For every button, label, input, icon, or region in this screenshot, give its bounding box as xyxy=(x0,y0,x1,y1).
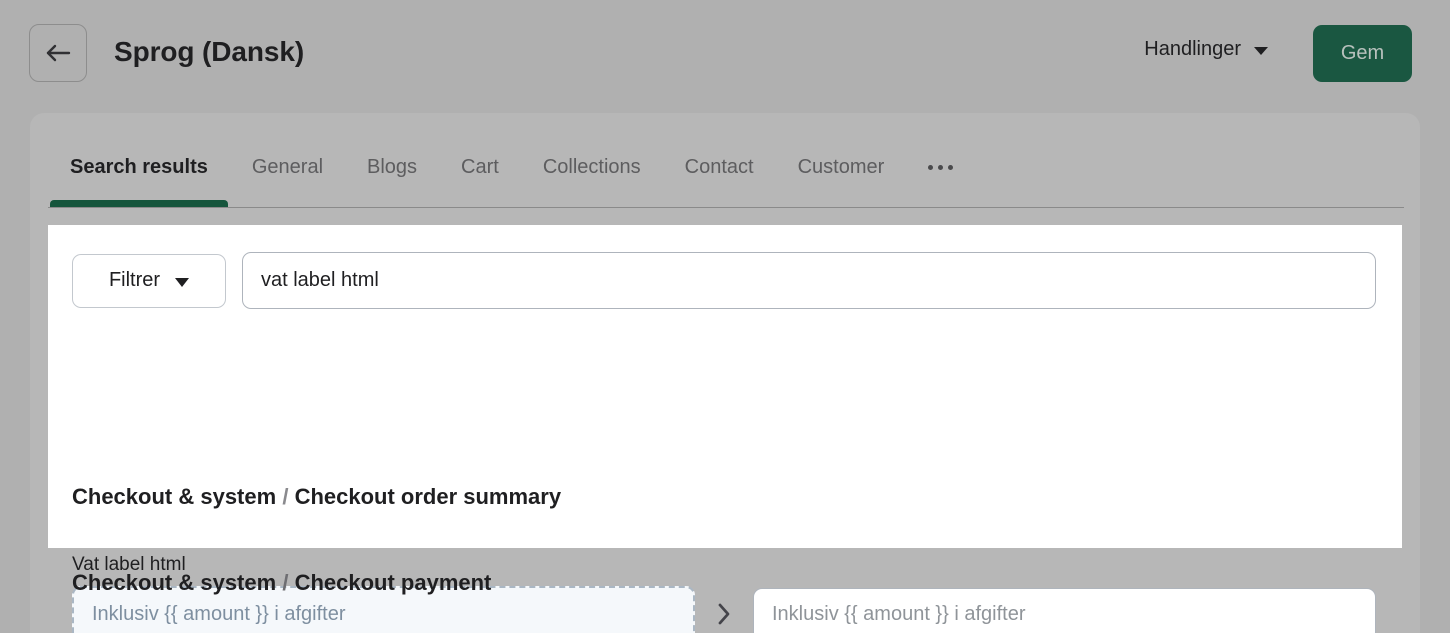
tab-customer[interactable]: Customer xyxy=(776,113,907,208)
filter-button-label: Filtrer xyxy=(109,269,160,292)
results-panel: Filtrer Checkout & system / Checkout ord… xyxy=(48,225,1402,548)
tab-bar: Search results General Blogs Cart Collec… xyxy=(30,113,1420,208)
toolbar-row: Filtrer xyxy=(72,252,1376,309)
tab-blogs[interactable]: Blogs xyxy=(345,113,439,208)
filter-button[interactable]: Filtrer xyxy=(72,254,226,308)
group-name-label: Checkout order summary xyxy=(295,484,562,509)
ellipsis-icon xyxy=(928,165,953,170)
group-heading-checkout-order-summary: Checkout & system / Checkout order summa… xyxy=(72,484,561,510)
tab-collections[interactable]: Collections xyxy=(521,113,663,208)
save-button[interactable]: Gem xyxy=(1313,25,1412,82)
chevron-down-icon xyxy=(1254,47,1268,55)
group-heading-checkout-payment: Checkout & system / Checkout payment xyxy=(72,570,491,596)
group-name-label: Checkout payment xyxy=(295,570,492,595)
chevron-right-icon xyxy=(695,602,753,626)
tab-overflow-button[interactable] xyxy=(906,113,975,208)
tab-search-results[interactable]: Search results xyxy=(48,113,230,208)
top-bar: Sprog (Dansk) Handlinger Gem xyxy=(0,0,1450,113)
tab-contact[interactable]: Contact xyxy=(663,113,776,208)
back-button[interactable] xyxy=(29,24,87,82)
tab-divider xyxy=(48,207,1404,208)
group-section-label: Checkout & system xyxy=(72,570,276,595)
actions-menu-button[interactable]: Handlinger xyxy=(1144,38,1268,61)
translation-input[interactable] xyxy=(753,588,1376,633)
content-card: Search results General Blogs Cart Collec… xyxy=(30,113,1420,633)
group-separator: / xyxy=(282,484,288,509)
search-input[interactable] xyxy=(242,252,1376,309)
tab-cart[interactable]: Cart xyxy=(439,113,521,208)
arrow-left-icon xyxy=(45,43,71,63)
tab-general[interactable]: General xyxy=(230,113,345,208)
page-title: Sprog (Dansk) xyxy=(114,36,304,68)
chevron-down-icon xyxy=(175,278,189,287)
group-separator: / xyxy=(282,570,288,595)
group-section-label: Checkout & system xyxy=(72,484,276,509)
actions-menu-label: Handlinger xyxy=(1144,38,1241,61)
tab-list: Search results General Blogs Cart Collec… xyxy=(48,113,975,208)
